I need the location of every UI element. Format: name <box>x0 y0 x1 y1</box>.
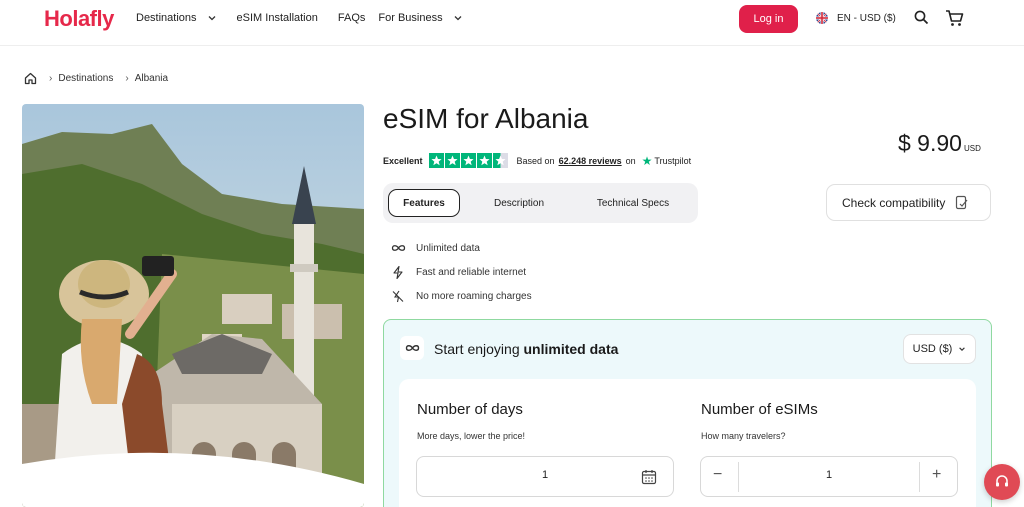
nav-esim-installation[interactable]: eSIM Installation <box>237 12 318 24</box>
feature-label: No more roaming charges <box>416 290 532 302</box>
esims-stepper: − 1 + <box>700 456 958 497</box>
reviews-link[interactable]: 62.248 reviews <box>559 156 622 166</box>
nav-destinations-label: Destinations <box>136 12 197 24</box>
star-icon <box>476 153 492 168</box>
esims-subtitle: How many travelers? <box>701 431 786 441</box>
product-tabs: Features Description Technical Specs <box>383 183 698 223</box>
currency-select[interactable]: USD ($) <box>903 334 976 364</box>
nav-destinations[interactable]: Destinations <box>136 12 217 24</box>
language-selector[interactable]: EN - USD ($) <box>816 12 896 24</box>
feature-item: Unlimited data <box>390 236 532 260</box>
trustpilot-label: Trustpilot <box>654 155 692 166</box>
plan-title-prefix: Start enjoying <box>434 341 520 357</box>
main-nav: Destinations eSIM Installation FAQs For … <box>136 12 483 24</box>
compatibility-icon <box>956 195 968 210</box>
increment-button[interactable]: + <box>932 466 941 484</box>
stepper-divider <box>738 462 739 492</box>
rating-stars <box>428 153 509 168</box>
feature-item: Fast and reliable internet <box>390 260 532 284</box>
feature-item: No more roaming charges <box>390 284 532 308</box>
infinity-icon <box>390 244 406 252</box>
trustpilot-star-icon: ★ <box>641 153 653 168</box>
feature-label: Fast and reliable internet <box>416 266 527 278</box>
nav-esim-installation-label: eSIM Installation <box>236 12 318 24</box>
star-icon <box>428 153 444 168</box>
product-price: $ 9.90 USD <box>898 130 981 157</box>
chevron-down-icon <box>208 16 216 21</box>
calendar-icon[interactable] <box>641 469 657 485</box>
breadcrumb-separator: › <box>125 73 129 84</box>
cart-icon[interactable] <box>945 9 964 27</box>
price-value: $ 9.90 <box>898 130 962 156</box>
price-currency: USD <box>963 144 981 153</box>
home-icon[interactable] <box>24 72 37 85</box>
nav-for-business-label: For Business <box>378 12 443 24</box>
plan-title-bold: unlimited data <box>523 341 619 357</box>
breadcrumb: › Destinations › Albania <box>24 72 168 85</box>
trustpilot-rating: Excellent Based on 62.248 reviews on ★ T… <box>383 153 691 168</box>
half-star-icon <box>492 153 508 168</box>
rating-label: Excellent <box>383 155 423 166</box>
product-title: eSIM for Albania <box>383 103 589 134</box>
feature-label: Unlimited data <box>416 242 480 254</box>
nav-faqs-label: FAQs <box>337 12 366 24</box>
search-icon[interactable] <box>914 10 929 25</box>
login-button[interactable]: Log in <box>739 5 798 33</box>
stepper-divider <box>919 462 920 492</box>
trustpilot-logo[interactable]: ★ Trustpilot <box>642 154 691 168</box>
breadcrumb-albania: Albania <box>134 73 169 84</box>
language-label: EN - USD ($) <box>837 12 896 24</box>
uk-flag-icon <box>816 12 828 24</box>
tab-features[interactable]: Features <box>388 189 460 217</box>
rating-on: on <box>625 155 636 166</box>
rating-based-on: Based on <box>516 155 555 166</box>
esims-value: 1 <box>826 469 833 481</box>
currency-label: USD ($) <box>912 343 953 355</box>
no-roaming-icon <box>390 290 406 303</box>
star-icon <box>460 153 476 168</box>
tab-description[interactable]: Description <box>478 189 560 217</box>
destination-hero-image <box>22 104 364 507</box>
esims-title: Number of eSIMs <box>701 401 818 418</box>
tab-technical-specs[interactable]: Technical Specs <box>578 189 688 217</box>
holafly-logo[interactable]: Holafly <box>44 6 114 32</box>
lightning-icon <box>390 265 406 279</box>
plan-selector: Start enjoying unlimited data USD ($) Nu… <box>383 319 992 507</box>
chevron-down-icon <box>454 16 462 21</box>
days-subtitle: More days, lower the price! <box>417 431 526 441</box>
headset-icon <box>996 475 1008 487</box>
infinity-icon <box>400 336 424 360</box>
site-header: Holafly Destinations eSIM Installation F… <box>0 0 1024 46</box>
check-compatibility-label: Check compatibility <box>842 195 946 210</box>
nav-for-business[interactable]: For Business <box>378 12 462 24</box>
days-value: 1 <box>542 469 549 481</box>
chat-support-button[interactable] <box>984 464 1020 500</box>
days-title: Number of days <box>417 401 523 418</box>
breadcrumb-destinations[interactable]: Destinations <box>58 73 113 84</box>
breadcrumb-separator: › <box>49 73 53 84</box>
nav-faqs[interactable]: FAQs <box>338 12 366 24</box>
star-icon <box>444 153 460 168</box>
decrement-button[interactable]: − <box>713 466 722 484</box>
days-picker[interactable]: 1 <box>416 456 674 497</box>
plan-options-card: Number of days More days, lower the pric… <box>399 379 976 507</box>
chevron-down-icon <box>959 347 966 351</box>
check-compatibility-button[interactable]: Check compatibility <box>826 184 991 221</box>
plan-title: Start enjoying unlimited data <box>434 341 618 357</box>
feature-list: Unlimited data Fast and reliable interne… <box>390 236 532 308</box>
